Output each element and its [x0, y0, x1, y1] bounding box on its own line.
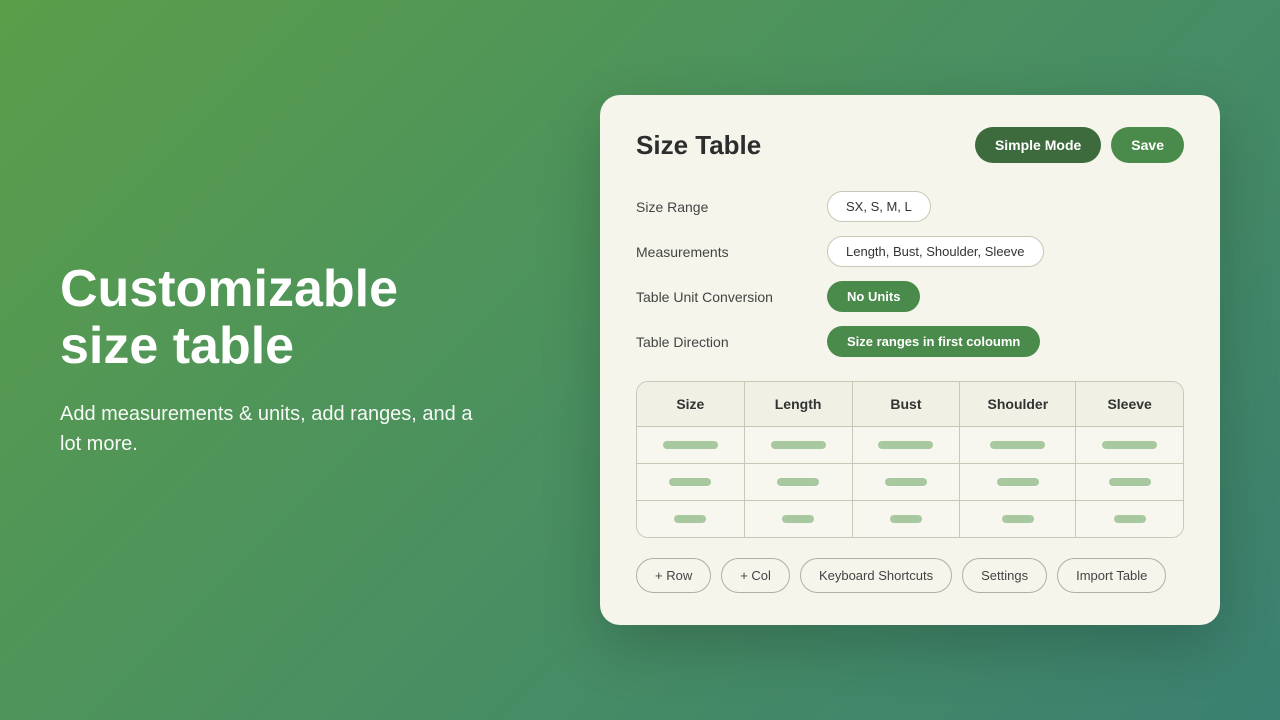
size-table-card: Size Table Simple Mode Save Size Range S… [600, 95, 1220, 625]
table-row [637, 464, 1183, 501]
table-direction-row: Table Direction Size ranges in first col… [636, 326, 1184, 357]
size-range-row: Size Range SX, S, M, L [636, 191, 1184, 222]
settings-button[interactable]: Settings [962, 558, 1047, 593]
simple-mode-button[interactable]: Simple Mode [975, 127, 1101, 163]
add-row-button[interactable]: + Row [636, 558, 711, 593]
cell-bar [1109, 478, 1151, 486]
unit-conversion-label: Table Unit Conversion [636, 289, 811, 305]
table-direction-label: Table Direction [636, 334, 811, 350]
col-header-shoulder: Shoulder [960, 382, 1076, 427]
measurements-label: Measurements [636, 244, 811, 260]
table-row [637, 427, 1183, 464]
no-units-button[interactable]: No Units [827, 281, 920, 312]
col-header-length: Length [744, 382, 852, 427]
keyboard-shortcuts-button[interactable]: Keyboard Shortcuts [800, 558, 952, 593]
left-panel: Customizable size table Add measurements… [60, 261, 480, 459]
add-col-button[interactable]: + Col [721, 558, 790, 593]
cell-bar [777, 478, 819, 486]
cell-bar [782, 515, 814, 523]
cell-bar [997, 478, 1039, 486]
cell-bar [890, 515, 922, 523]
cell-bar [1002, 515, 1034, 523]
cell-bar [878, 441, 933, 449]
card-header: Size Table Simple Mode Save [636, 127, 1184, 163]
import-table-button[interactable]: Import Table [1057, 558, 1166, 593]
size-range-value[interactable]: SX, S, M, L [827, 191, 931, 222]
main-description: Add measurements & units, add ranges, an… [60, 399, 480, 459]
unit-conversion-row: Table Unit Conversion No Units [636, 281, 1184, 312]
table-header-row: Size Length Bust Shoulder Sleeve [637, 382, 1183, 427]
cell-bar [1114, 515, 1146, 523]
cell-bar [674, 515, 706, 523]
size-table: Size Length Bust Shoulder Sleeve [637, 382, 1183, 537]
main-heading: Customizable size table [60, 261, 480, 375]
col-header-size: Size [637, 382, 744, 427]
size-range-label: Size Range [636, 199, 811, 215]
save-button[interactable]: Save [1111, 127, 1184, 163]
table-direction-button[interactable]: Size ranges in first coloumn [827, 326, 1040, 357]
header-buttons: Simple Mode Save [975, 127, 1184, 163]
cell-bar [990, 441, 1045, 449]
settings-section: Size Range SX, S, M, L Measurements Leng… [636, 191, 1184, 357]
measurements-row: Measurements Length, Bust, Shoulder, Sle… [636, 236, 1184, 267]
table-row [637, 501, 1183, 538]
card-title: Size Table [636, 130, 761, 161]
cell-bar [1102, 441, 1157, 449]
cell-bar [771, 441, 826, 449]
cell-bar [663, 441, 718, 449]
col-header-bust: Bust [852, 382, 960, 427]
measurements-value[interactable]: Length, Bust, Shoulder, Sleeve [827, 236, 1044, 267]
col-header-sleeve: Sleeve [1076, 382, 1183, 427]
cell-bar [669, 478, 711, 486]
size-table-container: Size Length Bust Shoulder Sleeve [636, 381, 1184, 538]
cell-bar [885, 478, 927, 486]
bottom-buttons: + Row + Col Keyboard Shortcuts Settings … [636, 558, 1184, 593]
